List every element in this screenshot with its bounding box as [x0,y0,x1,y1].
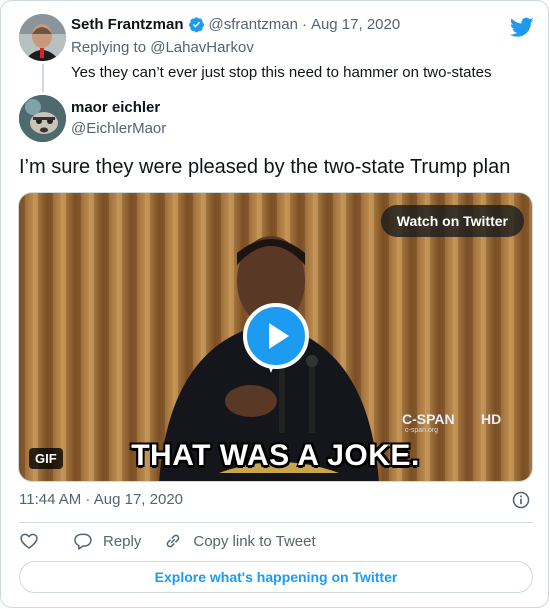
divider [19,522,533,523]
link-icon [167,534,180,548]
action-bar: Reply Copy link to Tweet [19,531,316,551]
avatar-seth-frantzman[interactable] [19,14,66,61]
heart-icon [20,533,38,549]
broadcaster-sub: c-span.org [405,427,439,434]
verified-badge-icon [188,17,204,33]
tweet-timestamp[interactable]: 11:44 AM · Aug 17, 2020 [19,491,183,508]
replying-to-label[interactable]: Replying to @LahavHarkov [71,39,254,56]
twitter-bird-icon[interactable] [510,15,534,39]
tweet-text: I’m sure they were pleased by the two-st… [19,156,511,178]
info-icon[interactable] [511,490,531,510]
like-button[interactable] [19,531,39,551]
gif-caption: THAT WAS A JOKE. [131,439,420,472]
thread-connector [42,64,44,92]
hd-badge: HD [481,411,502,427]
author-handle[interactable]: @EichlerMaor [71,120,166,137]
explore-twitter-button[interactable]: Explore what's happening on Twitter [19,561,533,593]
copy-link-button[interactable]: Copy link to Tweet [163,531,316,551]
author-name[interactable]: maor eichler [71,99,160,116]
play-button[interactable] [243,303,309,369]
gif-badge: GIF [29,448,63,469]
parent-tweet-header: Seth Frantzman @sfrantzman · Aug 17, 202… [71,16,400,33]
copy-link-label[interactable]: Copy link to Tweet [193,533,315,550]
tweet-media-gif[interactable]: Watch on Twitter C-SPAN c-span.org HD TH… [18,192,533,482]
broadcaster-logo: C-SPAN [402,411,455,427]
separator-dot: · [301,16,307,33]
parent-tweet-date[interactable]: Aug 17, 2020 [311,16,400,33]
parent-tweet-text: Yes they can’t ever just stop this need … [71,64,492,81]
reply-label[interactable]: Reply [103,533,141,550]
watch-on-twitter-button[interactable]: Watch on Twitter [380,205,524,237]
parent-author-handle[interactable]: @sfrantzman [209,16,298,33]
avatar-maor-eichler[interactable] [19,95,66,142]
embedded-tweet-card: Seth Frantzman @sfrantzman · Aug 17, 202… [0,0,549,608]
speech-bubble-icon [74,533,92,550]
parent-author-name[interactable]: Seth Frantzman [71,16,184,33]
reply-button[interactable]: Reply [73,531,141,551]
play-icon [269,323,289,349]
